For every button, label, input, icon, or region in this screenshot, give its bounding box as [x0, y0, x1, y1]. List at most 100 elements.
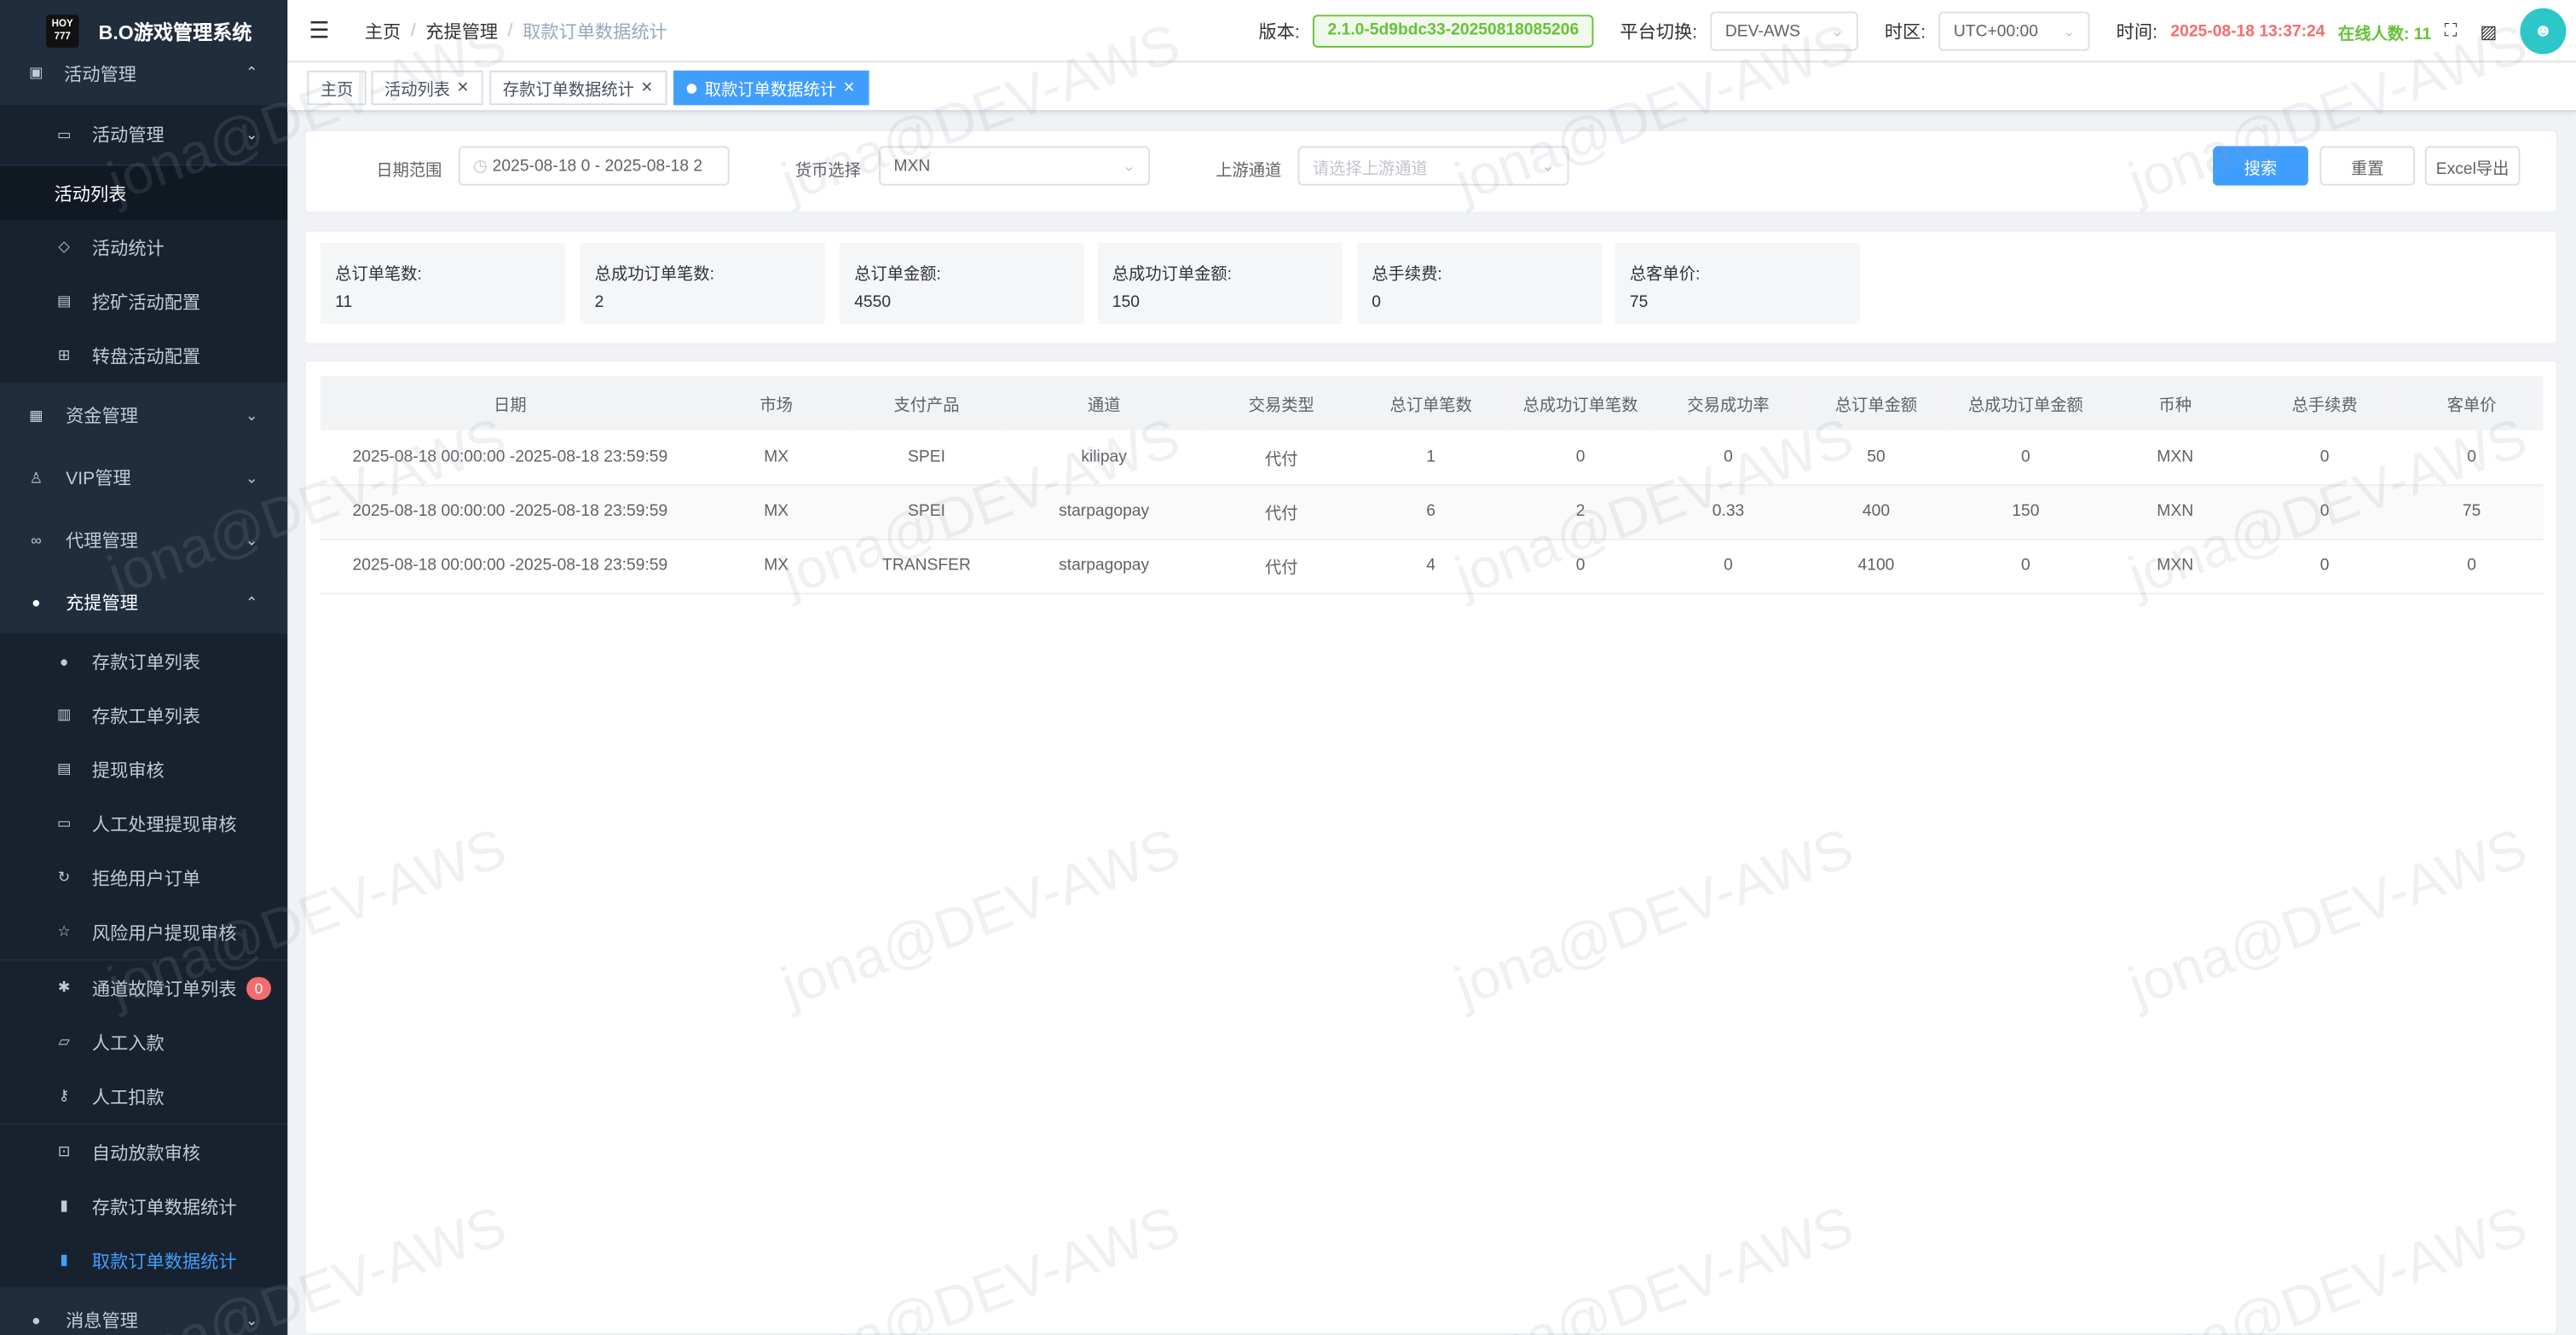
- image-icon[interactable]: ▨: [2480, 20, 2497, 42]
- sidebar-item-activity-stats[interactable]: ◇ 活动统计: [0, 220, 288, 275]
- excel-export-button[interactable]: Excel导出: [2424, 146, 2521, 186]
- currency-value: MXN: [893, 156, 931, 176]
- date-range-label: 日期范围: [376, 162, 442, 181]
- menu-label: 存款订单列表: [91, 652, 201, 673]
- fullscreen-icon[interactable]: ⛶: [2445, 20, 2458, 42]
- column-header[interactable]: 支付产品: [852, 376, 1000, 431]
- currency-select[interactable]: MXN ⌄: [879, 146, 1151, 186]
- key-icon: ⚷: [58, 1087, 70, 1104]
- tag-home[interactable]: 主页: [307, 70, 367, 106]
- sidebar-item-channel-fault-orders[interactable]: ✱ 通道故障订单列表 0: [0, 960, 288, 1015]
- avatar[interactable]: ☻: [2520, 8, 2567, 55]
- column-header[interactable]: 通道: [1001, 376, 1208, 431]
- column-header[interactable]: 总订单笔数: [1355, 376, 1506, 431]
- table-cell: 0: [2319, 502, 2330, 521]
- user-icon: ♙: [29, 468, 43, 486]
- date-range-picker[interactable]: ◷ 2025-08-18 0 - 2025-08-18 2: [458, 146, 730, 186]
- table-cell: SPEI: [908, 502, 945, 521]
- sidebar-item-manual-withdraw-review[interactable]: ▭ 人工处理提现审核: [0, 796, 288, 851]
- notification-badge: 0: [246, 976, 272, 1000]
- table-row[interactable]: 2025-08-18 00:00:00 -2025-08-18 23:59:59…: [320, 431, 2544, 485]
- close-icon[interactable]: ✕: [457, 78, 470, 96]
- sidebar-item-manual-deposit[interactable]: ▱ 人工入款: [0, 1014, 288, 1069]
- menu-label: 取款订单数据统计: [91, 1251, 237, 1272]
- stat-total-orders: 总订单笔数: 11: [320, 243, 565, 324]
- column-header[interactable]: 交易成功率: [1655, 376, 1802, 431]
- menu-label: 挖矿活动配置: [91, 292, 201, 313]
- sidebar-item-withdraw-stats[interactable]: ▮ 取款订单数据统计: [0, 1233, 288, 1288]
- hamburger-icon[interactable]: ☰: [309, 16, 332, 44]
- menu-vip[interactable]: ♙ VIP管理 ⌄: [0, 448, 288, 508]
- search-button[interactable]: 搜索: [2213, 146, 2308, 186]
- withdraw-stats-table: 日期 市场 支付产品 通道 交易类型 总订单笔数 总成功订单笔数 交易成功率 总…: [320, 376, 2544, 593]
- table-cell: 0: [1575, 556, 1585, 575]
- link-icon: ∞: [31, 532, 42, 549]
- table-cell: MX: [764, 448, 789, 466]
- bug-icon: ✱: [57, 979, 71, 996]
- gift-icon: ▣: [29, 64, 43, 81]
- breadcrumb-home[interactable]: 主页: [365, 17, 401, 43]
- menu-messages[interactable]: ● 消息管理 ⌄: [0, 1290, 288, 1335]
- version-tag: 2.1.0-5d9bdc33-20250818085206: [1313, 14, 1594, 48]
- tag-activity-list[interactable]: 活动列表 ✕: [371, 70, 482, 106]
- sidebar-item-reject-orders[interactable]: ↻ 拒绝用户订单: [0, 850, 288, 905]
- timezone-select[interactable]: UTC+00:00 ⌄: [1938, 11, 2090, 51]
- column-header[interactable]: 市场: [700, 376, 852, 431]
- chevron-down-icon: ⌄: [245, 125, 258, 142]
- platform-label: 平台切换:: [1620, 22, 1698, 43]
- sidebar-item-deposit-tickets[interactable]: ▥ 存款工单列表: [0, 688, 288, 743]
- submenu-activity[interactable]: ▭ 活动管理 ⌄: [0, 105, 288, 165]
- channel-placeholder: 请选择上游通道: [1312, 159, 1428, 178]
- sidebar-item-deposit-stats[interactable]: ▮ 存款订单数据统计: [0, 1179, 288, 1234]
- sidebar-logo[interactable]: HOY 777 B.O游戏管理系统: [0, 0, 288, 63]
- breadcrumb-separator: /: [410, 20, 416, 41]
- menu-label: 人工处理提现审核: [91, 815, 237, 835]
- tag-label: 活动列表: [384, 82, 451, 101]
- column-header[interactable]: 总成功订单笔数: [1506, 376, 1654, 431]
- reset-button[interactable]: 重置: [2319, 146, 2416, 186]
- column-header[interactable]: 总订单金额: [1802, 376, 1949, 431]
- sidebar-item-activity-list[interactable]: 活动列表: [0, 165, 288, 221]
- stat-label: 总手续费:: [1372, 266, 1442, 285]
- stat-value: 11: [335, 293, 353, 312]
- menu-deposit-withdraw[interactable]: ● 充提管理 ⌃: [0, 573, 288, 633]
- close-icon[interactable]: ✕: [843, 78, 856, 96]
- table-cell: 4100: [1857, 556, 1895, 575]
- channel-select[interactable]: 请选择上游通道 ⌄: [1297, 146, 1569, 186]
- column-header[interactable]: 总手续费: [2249, 376, 2400, 431]
- table-row[interactable]: 2025-08-18 00:00:00 -2025-08-18 23:59:59…: [320, 484, 2544, 539]
- column-header[interactable]: 日期: [321, 376, 700, 431]
- column-header[interactable]: 客单价: [2400, 376, 2544, 431]
- sidebar-item-wheel-config[interactable]: ⊞ 转盘活动配置: [0, 328, 288, 383]
- tag-withdraw-stats[interactable]: 取款订单数据统计 ✕: [673, 70, 869, 106]
- breadcrumb-deposit-withdraw[interactable]: 充提管理: [425, 17, 498, 43]
- timezone-value: UTC+00:00: [1953, 22, 2038, 41]
- chevron-down-icon: ⌄: [245, 468, 258, 486]
- active-dot-icon: [686, 83, 697, 93]
- money-bag-icon: ●: [59, 652, 69, 669]
- sidebar-item-mining-config[interactable]: ▤ 挖矿活动配置: [0, 274, 288, 329]
- sidebar-item-manual-deduct[interactable]: ⚷ 人工扣款: [0, 1068, 288, 1124]
- column-header[interactable]: 交易类型: [1208, 376, 1355, 431]
- sidebar-item-withdraw-review[interactable]: ▤ 提现审核: [0, 742, 288, 797]
- sidebar-item-risk-withdraw-review[interactable]: ☆ 风险用户提现审核: [0, 904, 288, 959]
- column-header[interactable]: 币种: [2101, 376, 2249, 431]
- column-header[interactable]: 总成功订单金额: [1950, 376, 2101, 431]
- menu-funds[interactable]: ▦ 资金管理 ⌄: [0, 385, 288, 446]
- tag-deposit-stats[interactable]: 存款订单数据统计 ✕: [489, 70, 667, 106]
- menu-agent[interactable]: ∞ 代理管理 ⌄: [0, 511, 288, 570]
- stat-value: 0: [1372, 293, 1382, 312]
- chevron-down-icon: ⌄: [245, 531, 258, 548]
- platform-select[interactable]: DEV-AWS ⌄: [1710, 11, 1858, 51]
- close-icon[interactable]: ✕: [641, 78, 654, 96]
- sidebar-item-auto-payout-review[interactable]: ⊡ 自动放款审核: [0, 1124, 288, 1180]
- table-cell: 2025-08-18 00:00:00 -2025-08-18 23:59:59: [352, 502, 668, 521]
- table-cell: 2: [1575, 502, 1585, 521]
- bar-chart-icon: ▮: [60, 1197, 68, 1214]
- sidebar-item-deposit-orders[interactable]: ● 存款订单列表: [0, 633, 288, 689]
- top-header: ☰ 主页 / 充提管理 / 取款订单数据统计 版本: 2.1.0-5d9bdc3…: [287, 0, 2576, 63]
- chevron-down-icon: ⌄: [245, 1311, 258, 1328]
- time-label: 时间:: [2116, 22, 2157, 43]
- stat-value: 150: [1112, 293, 1140, 312]
- table-row[interactable]: 2025-08-18 00:00:00 -2025-08-18 23:59:59…: [320, 539, 2544, 593]
